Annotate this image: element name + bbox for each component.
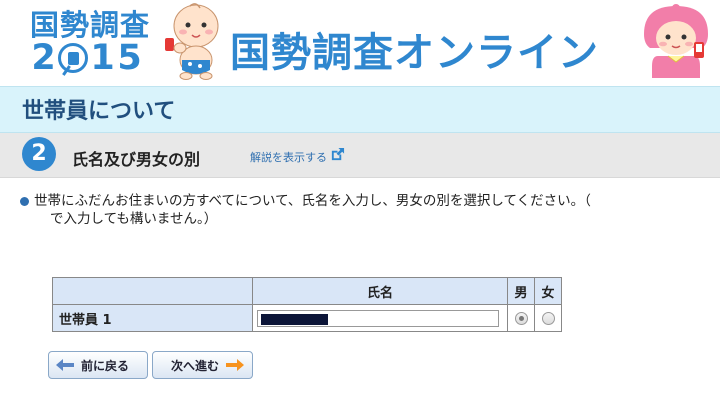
next-button-label: 次へ進む (171, 358, 220, 373)
logo-year-digit: 5 (117, 38, 142, 78)
male-cell (507, 304, 535, 332)
header-name: 氏名 (252, 277, 508, 305)
bullet-icon (20, 197, 29, 206)
step-number-badge: 2 (22, 137, 56, 171)
table-row: 世帯員 1 (52, 304, 562, 332)
header-male: 男 (507, 277, 535, 305)
table-header-row: 氏名 男 女 (52, 277, 562, 305)
member-label: 世帯員 1 (52, 304, 253, 332)
instruction-text: 世帯にふだんお住まいの方すべてについて、氏名を入力し、男女の別を選択してください… (20, 192, 720, 228)
instruction-line-2: で入力しても構いません。） (50, 211, 218, 227)
help-link-label: 解説を表示する (250, 151, 327, 164)
logo-year-digit: 1 (90, 38, 115, 78)
step-header: 2 氏名及び男女の別 解説を表示する (0, 133, 720, 178)
logo-year: 2 1 5 (30, 38, 143, 78)
redacted-name-block (261, 313, 328, 325)
section-header: 世帯員について (0, 86, 720, 133)
step-title: 氏名及び男女の別 (72, 150, 201, 169)
household-member-table: 氏名 男 女 世帯員 1 (52, 277, 562, 332)
female-radio[interactable] (541, 311, 555, 325)
show-explanation-link[interactable]: 解説を表示する (250, 147, 345, 165)
external-link-icon (331, 147, 345, 161)
header-label-cell (52, 277, 253, 305)
arrow-left-icon (56, 359, 74, 371)
header: 国勢調査 2 1 5 国勢調査オンライン (0, 0, 720, 82)
name-cell (252, 304, 508, 332)
male-radio[interactable] (514, 311, 528, 325)
instruction-line-1: 世帯にふだんお住まいの方すべてについて、氏名を入力し、男女の別を選択してください… (34, 193, 591, 209)
female-cell (534, 304, 562, 332)
logo-year-digit: 2 (31, 38, 56, 78)
header-female: 女 (534, 277, 562, 305)
girl-mascot-icon (644, 4, 708, 78)
back-button[interactable]: 前に戻る (48, 351, 148, 379)
app-title: 国勢調査オンライン (230, 30, 599, 76)
baby-mascot-icon (165, 3, 219, 80)
name-input[interactable] (257, 309, 499, 327)
back-button-label: 前に戻る (81, 358, 130, 373)
next-button[interactable]: 次へ進む (152, 351, 253, 379)
arrow-right-icon (226, 359, 245, 371)
section-title: 世帯員について (22, 99, 176, 124)
magnifier-icon (58, 43, 88, 73)
